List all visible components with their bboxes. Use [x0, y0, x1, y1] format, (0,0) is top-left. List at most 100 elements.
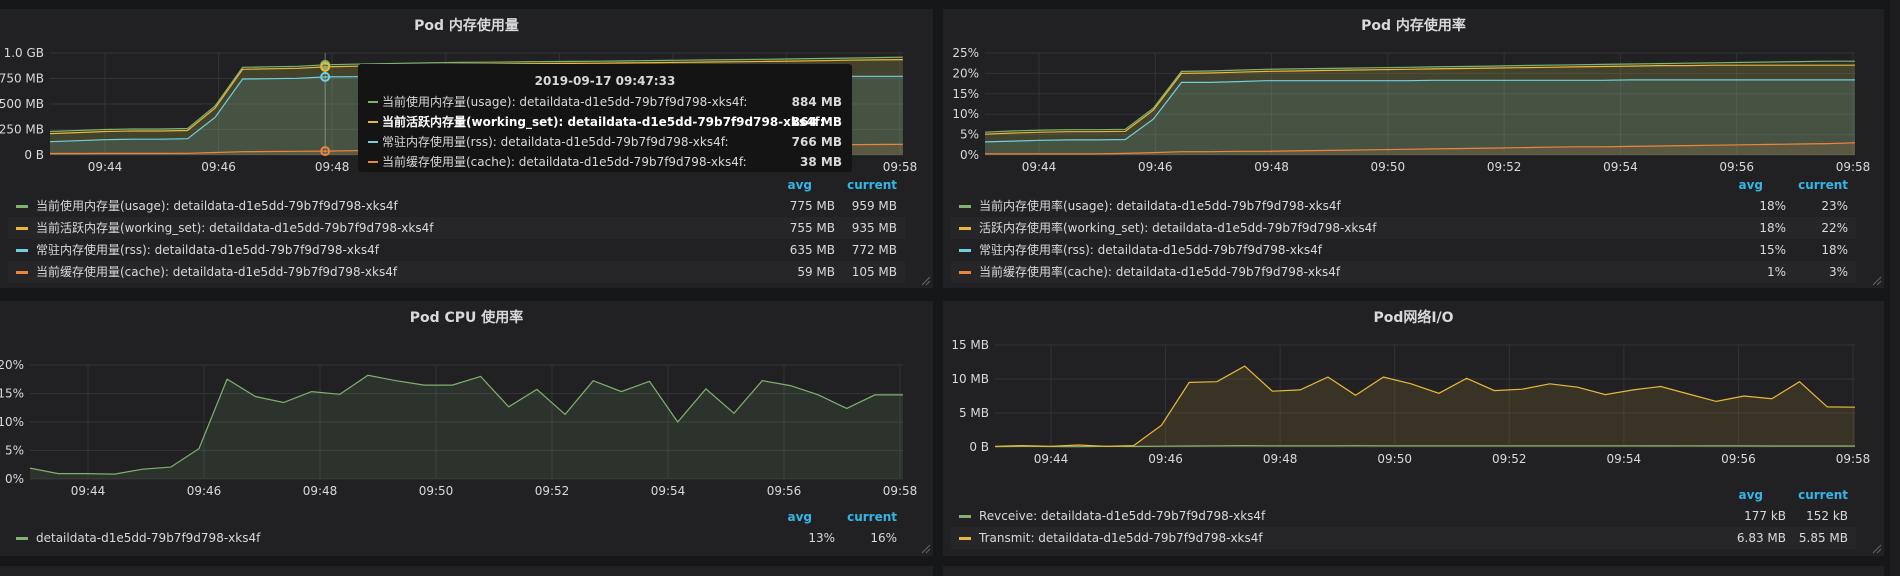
resize-handle-icon[interactable]	[1872, 544, 1882, 554]
tooltip-row: 常驻内存使用量(rss): detaildata-d1e5dd-79b7f9d7…	[368, 132, 842, 152]
legend-rows: 当前使用内存量(usage): detaildata-d1e5dd-79b7f9…	[8, 195, 905, 283]
tooltip-time: 2019-09-17 09:47:33	[534, 74, 676, 88]
x-tick-label: 09:58	[1836, 160, 1871, 174]
tooltip-color-swatch	[368, 161, 378, 163]
y-tick-label: 15 MB	[951, 338, 989, 352]
scrollbar[interactable]	[1890, 0, 1900, 576]
legend-current-value: 3%	[1828, 265, 1848, 279]
legend-series-name[interactable]: 当前活跃内存量(working_set): detaildata-d1e5dd-…	[36, 217, 433, 239]
legend-current-value: 5.85 MB	[1798, 531, 1848, 545]
y-tick-label: 0 B	[24, 148, 44, 162]
legend-item[interactable]: detaildata-d1e5dd-79b7f9d798-xks4f 13% 16%	[8, 527, 905, 549]
legend-header: avg current	[951, 485, 1856, 505]
legend-item[interactable]: 当前使用内存量(usage): detaildata-d1e5dd-79b7f9…	[8, 195, 905, 217]
legend-header-avg[interactable]: avg	[1738, 178, 1763, 192]
legend-item[interactable]: Transmit: detaildata-d1e5dd-79b7f9d798-x…	[951, 527, 1856, 549]
legend-item[interactable]: 当前缓存使用率(cache): detaildata-d1e5dd-79b7f9…	[951, 261, 1856, 283]
legend-color-swatch[interactable]	[959, 205, 971, 208]
legend: avg current 当前使用内存量(usage): detaildata-d…	[8, 175, 905, 283]
legend-current-value: 152 kB	[1806, 509, 1848, 523]
legend-color-swatch[interactable]	[16, 205, 28, 208]
legend-color-swatch[interactable]	[959, 249, 971, 252]
y-tick-label: 250 MB	[0, 123, 44, 137]
cpu-graph[interactable]: 20% 15% 10% 5% 0% 09:44 09:46 09:48 09:50 09:52 09…	[0, 329, 933, 509]
legend-item[interactable]: 当前缓存使用量(cache): detaildata-d1e5dd-79b7f9…	[8, 261, 905, 283]
legend-item[interactable]: 活跃内存使用率(working_set): detaildata-d1e5dd-…	[951, 217, 1856, 239]
y-tick-label: 0%	[5, 472, 24, 486]
y-tick-label: 10%	[952, 107, 979, 121]
legend-color-swatch[interactable]	[16, 537, 28, 540]
panel-title[interactable]: Pod 内存使用率	[943, 15, 1884, 35]
x-tick-label: 09:52	[1492, 452, 1527, 466]
resize-handle-icon[interactable]	[921, 544, 931, 554]
y-tick-label: 15%	[952, 87, 979, 101]
legend-color-swatch[interactable]	[959, 515, 971, 518]
panel-next-left	[0, 566, 933, 576]
panel-mem-usage: Pod 内存使用量 1.0 GB 750 MB 500 MB 250 MB 0 B 09:…	[0, 9, 933, 288]
panel-title[interactable]: Pod CPU 使用率	[0, 307, 933, 327]
legend-current-value: 959 MB	[851, 199, 897, 213]
legend-header-current[interactable]: current	[1798, 488, 1848, 502]
legend-series-name[interactable]: 当前内存使用率(usage): detaildata-d1e5dd-79b7f9…	[979, 195, 1341, 217]
y-tick-label: 5 MB	[959, 406, 989, 420]
x-tick-label: 09:50	[419, 484, 454, 498]
panel-title[interactable]: Pod 内存使用量	[0, 15, 933, 35]
legend-series-name[interactable]: 活跃内存使用率(working_set): detaildata-d1e5dd-…	[979, 217, 1376, 239]
x-tick-label: 09:44	[71, 484, 106, 498]
x-tick-label: 09:58	[1836, 452, 1871, 466]
legend-series-name[interactable]: 当前缓存使用量(cache): detaildata-d1e5dd-79b7f9…	[36, 261, 397, 283]
legend-color-swatch[interactable]	[959, 271, 971, 274]
y-tick-label: 20%	[952, 66, 979, 80]
x-tick-label: 09:48	[303, 484, 338, 498]
x-tick-label: 09:46	[1148, 452, 1183, 466]
tooltip-series-name: 当前使用内存量(usage): detaildata-d1e5dd-79b7f9…	[382, 95, 748, 109]
legend-header-current[interactable]: current	[1798, 178, 1848, 192]
legend-header-current[interactable]: current	[847, 510, 897, 524]
legend-series-name[interactable]: 当前缓存使用率(cache): detaildata-d1e5dd-79b7f9…	[979, 261, 1340, 283]
legend-color-swatch[interactable]	[16, 227, 28, 230]
net-graph[interactable]: 15 MB 10 MB 5 MB 0 B 09:44 09:46 09:48 09:50 09:…	[943, 329, 1884, 479]
legend-series-name[interactable]: 常驻内存使用率(rss): detaildata-d1e5dd-79b7f9d7…	[979, 239, 1322, 261]
legend-current-value: 772 MB	[851, 243, 897, 257]
legend-rows: detaildata-d1e5dd-79b7f9d798-xks4f 13% 16%	[8, 527, 905, 549]
legend-item[interactable]: Revceive: detaildata-d1e5dd-79b7f9d798-x…	[951, 505, 1856, 527]
graph-tooltip: 2019-09-17 09:47:33 当前使用内存量(usage): deta…	[358, 64, 852, 172]
legend-header-avg[interactable]: avg	[787, 510, 812, 524]
legend-series-name[interactable]: detaildata-d1e5dd-79b7f9d798-xks4f	[36, 527, 260, 549]
x-tick-label: 09:46	[187, 484, 222, 498]
panel-net: Pod网络I/O 15 MB 10 MB 5 MB 0 B 09:44 09:46 09:4…	[943, 301, 1884, 556]
panel-title[interactable]: Pod网络I/O	[943, 307, 1884, 327]
y-tick-label: 10%	[0, 415, 24, 429]
legend-color-swatch[interactable]	[16, 249, 28, 252]
legend-item[interactable]: 常驻内存使用量(rss): detaildata-d1e5dd-79b7f9d7…	[8, 239, 905, 261]
legend-header-avg[interactable]: avg	[787, 178, 812, 192]
legend-series-name[interactable]: 当前使用内存量(usage): detaildata-d1e5dd-79b7f9…	[36, 195, 398, 217]
series-area	[30, 375, 903, 479]
legend-color-swatch[interactable]	[959, 537, 971, 540]
legend-series-name[interactable]: Revceive: detaildata-d1e5dd-79b7f9d798-x…	[979, 505, 1265, 527]
legend-item[interactable]: 常驻内存使用率(rss): detaildata-d1e5dd-79b7f9d7…	[951, 239, 1856, 261]
series-area	[985, 79, 1855, 155]
x-tick-label: 09:52	[1487, 160, 1522, 174]
legend-header-current[interactable]: current	[847, 178, 897, 192]
y-tick-label: 5%	[960, 128, 979, 142]
legend-current-value: 18%	[1821, 243, 1848, 257]
legend-color-swatch[interactable]	[959, 227, 971, 230]
x-tick-label: 09:48	[1254, 160, 1289, 174]
y-tick-label: 0 B	[969, 440, 989, 454]
tooltip-color-swatch	[368, 121, 378, 123]
legend-color-swatch[interactable]	[16, 271, 28, 274]
y-tick-label: 0%	[960, 148, 979, 162]
resize-handle-icon[interactable]	[1872, 276, 1882, 286]
mem-rate-graph[interactable]: 25% 20% 15% 10% 5% 0% 09:44 09:46 09:48 09:50 09:5…	[943, 37, 1884, 187]
tooltip-series-value: 766 MB	[791, 135, 842, 149]
legend-series-name[interactable]: Transmit: detaildata-d1e5dd-79b7f9d798-x…	[979, 527, 1263, 549]
y-tick-label: 20%	[0, 358, 24, 372]
resize-handle-icon[interactable]	[921, 276, 931, 286]
legend-header-avg[interactable]: avg	[1738, 488, 1763, 502]
legend-series-name[interactable]: 常驻内存使用量(rss): detaildata-d1e5dd-79b7f9d7…	[36, 239, 379, 261]
x-tick-label: 09:52	[535, 484, 570, 498]
x-tick-label: 09:50	[1371, 160, 1406, 174]
legend-item[interactable]: 当前活跃内存量(working_set): detaildata-d1e5dd-…	[8, 217, 905, 239]
legend-item[interactable]: 当前内存使用率(usage): detaildata-d1e5dd-79b7f9…	[951, 195, 1856, 217]
